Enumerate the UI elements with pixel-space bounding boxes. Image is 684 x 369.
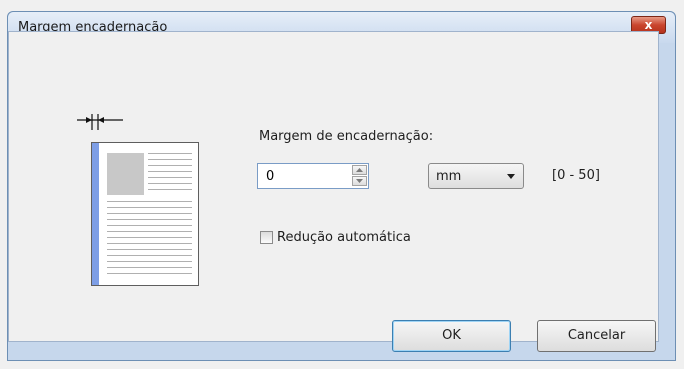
margin-label: Margem de encadernação:	[259, 129, 434, 144]
arrow-up-icon	[356, 168, 363, 172]
preview-image-block	[107, 153, 144, 195]
binding-margin-indicator-icon	[77, 114, 123, 130]
margin-spinbox[interactable]	[257, 163, 369, 189]
ok-button[interactable]: OK	[392, 320, 511, 352]
spin-down-button[interactable]	[352, 176, 367, 186]
auto-reduce-label: Redução automática	[277, 230, 411, 245]
arrow-down-icon	[356, 179, 363, 183]
margin-input[interactable]	[258, 164, 350, 188]
close-icon: x	[644, 18, 653, 32]
range-text: [0 - 50]	[552, 168, 600, 183]
chevron-down-icon	[507, 174, 515, 179]
unit-select[interactable]: mm	[428, 163, 524, 189]
auto-reduce-checkbox[interactable]	[260, 231, 273, 244]
binding-edge	[92, 143, 99, 285]
cancel-button[interactable]: Cancelar	[537, 320, 656, 352]
spin-arrows	[352, 165, 367, 187]
unit-selected-value: mm	[436, 169, 462, 184]
spin-up-button[interactable]	[352, 165, 367, 175]
page-preview	[91, 142, 199, 286]
